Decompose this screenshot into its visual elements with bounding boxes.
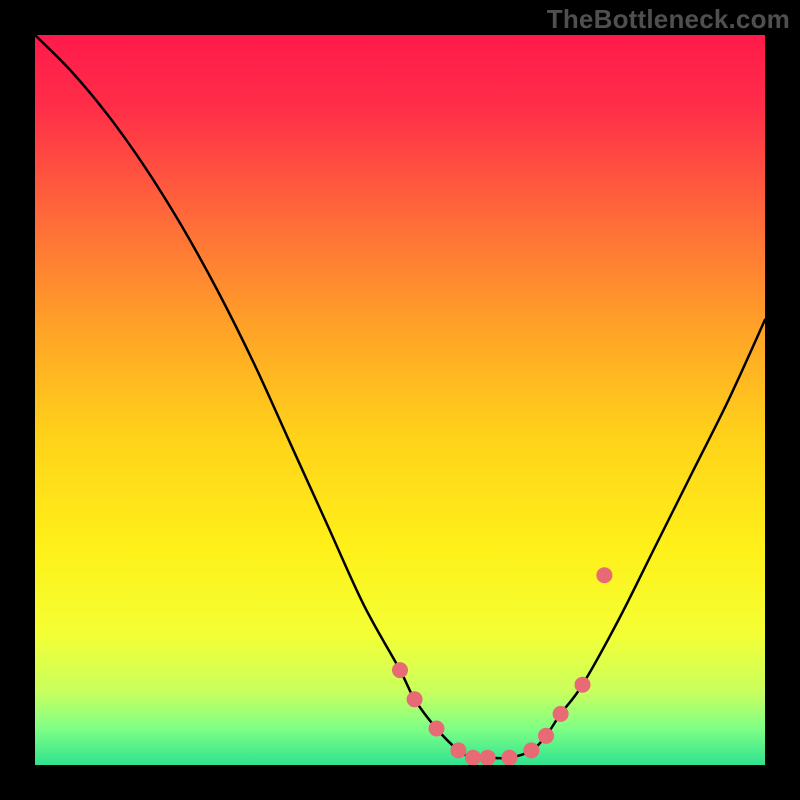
curve-marker — [392, 662, 408, 678]
bottleneck-chart: TheBottleneck.com — [0, 0, 800, 800]
curve-marker — [502, 750, 518, 766]
curve-marker — [429, 721, 445, 737]
curve-marker — [523, 742, 539, 758]
curve-marker — [480, 750, 496, 766]
curve-marker — [465, 750, 481, 766]
curve-marker — [450, 742, 466, 758]
chart-svg — [0, 0, 800, 800]
curve-marker — [553, 706, 569, 722]
gradient-background — [35, 35, 765, 765]
curve-marker — [538, 728, 554, 744]
curve-marker — [596, 567, 612, 583]
curve-marker — [575, 677, 591, 693]
watermark-text: TheBottleneck.com — [547, 4, 790, 35]
curve-marker — [407, 691, 423, 707]
